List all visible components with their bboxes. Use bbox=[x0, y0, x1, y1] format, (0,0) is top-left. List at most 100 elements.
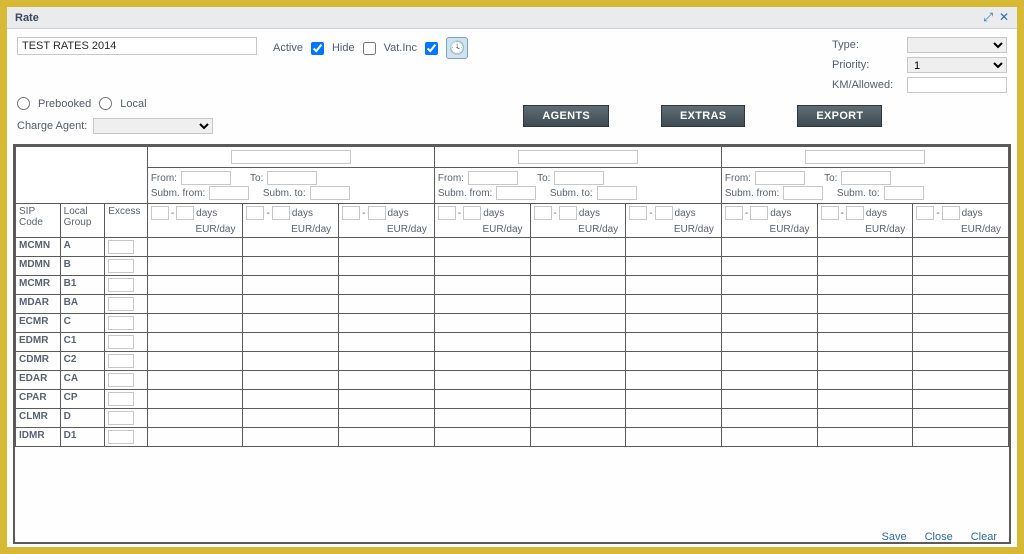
rate-cell[interactable] bbox=[626, 295, 722, 314]
excess-cell[interactable] bbox=[105, 295, 148, 314]
rate-cell[interactable] bbox=[721, 352, 817, 371]
rate-cell[interactable] bbox=[913, 390, 1009, 409]
rate-cell[interactable] bbox=[721, 314, 817, 333]
hide-checkbox[interactable] bbox=[363, 42, 376, 55]
rate-cell[interactable] bbox=[243, 409, 339, 428]
rate-cell[interactable] bbox=[913, 238, 1009, 257]
block-name-input[interactable] bbox=[231, 150, 351, 164]
rate-cell[interactable] bbox=[626, 390, 722, 409]
rate-cell[interactable] bbox=[817, 238, 913, 257]
rate-cell[interactable] bbox=[721, 371, 817, 390]
rate-cell[interactable] bbox=[530, 352, 626, 371]
rate-name-input[interactable] bbox=[17, 37, 257, 55]
excess-input[interactable] bbox=[108, 411, 134, 425]
excess-cell[interactable] bbox=[105, 276, 148, 295]
excess-cell[interactable] bbox=[105, 371, 148, 390]
to-input[interactable] bbox=[267, 171, 317, 185]
rate-cell[interactable] bbox=[913, 257, 1009, 276]
rate-cell[interactable] bbox=[626, 409, 722, 428]
subm-from-input[interactable] bbox=[783, 186, 823, 200]
excess-input[interactable] bbox=[108, 430, 134, 444]
km-input[interactable] bbox=[907, 77, 1007, 93]
rate-cell[interactable] bbox=[243, 314, 339, 333]
days-from-input[interactable] bbox=[629, 206, 647, 220]
rate-cell[interactable] bbox=[434, 428, 530, 447]
rate-cell[interactable] bbox=[339, 371, 435, 390]
rate-cell[interactable] bbox=[243, 276, 339, 295]
rate-cell[interactable] bbox=[339, 276, 435, 295]
rate-cell[interactable] bbox=[626, 352, 722, 371]
rate-cell[interactable] bbox=[530, 371, 626, 390]
rate-cell[interactable] bbox=[721, 276, 817, 295]
charge-agent-select[interactable] bbox=[93, 118, 213, 134]
rate-cell[interactable] bbox=[913, 409, 1009, 428]
days-to-input[interactable] bbox=[368, 206, 386, 220]
days-from-input[interactable] bbox=[438, 206, 456, 220]
from-input[interactable] bbox=[181, 171, 231, 185]
rate-cell[interactable] bbox=[817, 314, 913, 333]
rate-cell[interactable] bbox=[147, 333, 243, 352]
vatinc-checkbox[interactable] bbox=[425, 42, 438, 55]
rate-cell[interactable] bbox=[626, 314, 722, 333]
rate-cell[interactable] bbox=[339, 295, 435, 314]
rate-cell[interactable] bbox=[147, 295, 243, 314]
rate-cell[interactable] bbox=[243, 428, 339, 447]
rate-cell[interactable] bbox=[339, 352, 435, 371]
rate-cell[interactable] bbox=[530, 314, 626, 333]
rate-cell[interactable] bbox=[721, 295, 817, 314]
rate-cell[interactable] bbox=[530, 276, 626, 295]
maximize-icon[interactable]: ⤢ bbox=[983, 10, 993, 25]
days-to-input[interactable] bbox=[942, 206, 960, 220]
local-radio[interactable] bbox=[99, 97, 112, 110]
rate-cell[interactable] bbox=[913, 333, 1009, 352]
rate-cell[interactable] bbox=[434, 409, 530, 428]
rate-cell[interactable] bbox=[913, 276, 1009, 295]
excess-cell[interactable] bbox=[105, 390, 148, 409]
priority-select[interactable]: 1 bbox=[907, 57, 1007, 73]
rate-cell[interactable] bbox=[434, 333, 530, 352]
days-from-input[interactable] bbox=[342, 206, 360, 220]
rate-cell[interactable] bbox=[530, 428, 626, 447]
subm-from-input[interactable] bbox=[209, 186, 249, 200]
rate-cell[interactable] bbox=[913, 352, 1009, 371]
rate-cell[interactable] bbox=[530, 333, 626, 352]
days-from-input[interactable] bbox=[916, 206, 934, 220]
rate-cell[interactable] bbox=[913, 295, 1009, 314]
rate-cell[interactable] bbox=[147, 428, 243, 447]
rate-cell[interactable] bbox=[721, 257, 817, 276]
rate-cell[interactable] bbox=[243, 333, 339, 352]
rate-cell[interactable] bbox=[243, 390, 339, 409]
excess-input[interactable] bbox=[108, 316, 134, 330]
to-input[interactable] bbox=[554, 171, 604, 185]
subm-to-input[interactable] bbox=[597, 186, 637, 200]
rate-cell[interactable] bbox=[147, 314, 243, 333]
rate-cell[interactable] bbox=[434, 295, 530, 314]
excess-cell[interactable] bbox=[105, 314, 148, 333]
rate-cell[interactable] bbox=[434, 276, 530, 295]
rate-cell[interactable] bbox=[147, 371, 243, 390]
excess-cell[interactable] bbox=[105, 238, 148, 257]
rate-cell[interactable] bbox=[339, 333, 435, 352]
rate-cell[interactable] bbox=[817, 409, 913, 428]
rate-cell[interactable] bbox=[147, 257, 243, 276]
rate-cell[interactable] bbox=[817, 276, 913, 295]
rate-cell[interactable] bbox=[434, 352, 530, 371]
rate-cell[interactable] bbox=[817, 390, 913, 409]
days-to-input[interactable] bbox=[272, 206, 290, 220]
excess-input[interactable] bbox=[108, 354, 134, 368]
clear-link[interactable]: Clear bbox=[971, 531, 997, 543]
days-to-input[interactable] bbox=[655, 206, 673, 220]
block-name-input[interactable] bbox=[805, 150, 925, 164]
excess-cell[interactable] bbox=[105, 333, 148, 352]
rate-cell[interactable] bbox=[626, 276, 722, 295]
rate-cell[interactable] bbox=[434, 238, 530, 257]
close-icon[interactable]: ✕ bbox=[999, 10, 1009, 25]
rate-cell[interactable] bbox=[339, 238, 435, 257]
clock-icon[interactable]: 🕓 bbox=[446, 37, 468, 59]
days-from-input[interactable] bbox=[151, 206, 169, 220]
from-input[interactable] bbox=[468, 171, 518, 185]
rate-cell[interactable] bbox=[243, 371, 339, 390]
days-to-input[interactable] bbox=[846, 206, 864, 220]
excess-input[interactable] bbox=[108, 259, 134, 273]
rate-cell[interactable] bbox=[721, 238, 817, 257]
